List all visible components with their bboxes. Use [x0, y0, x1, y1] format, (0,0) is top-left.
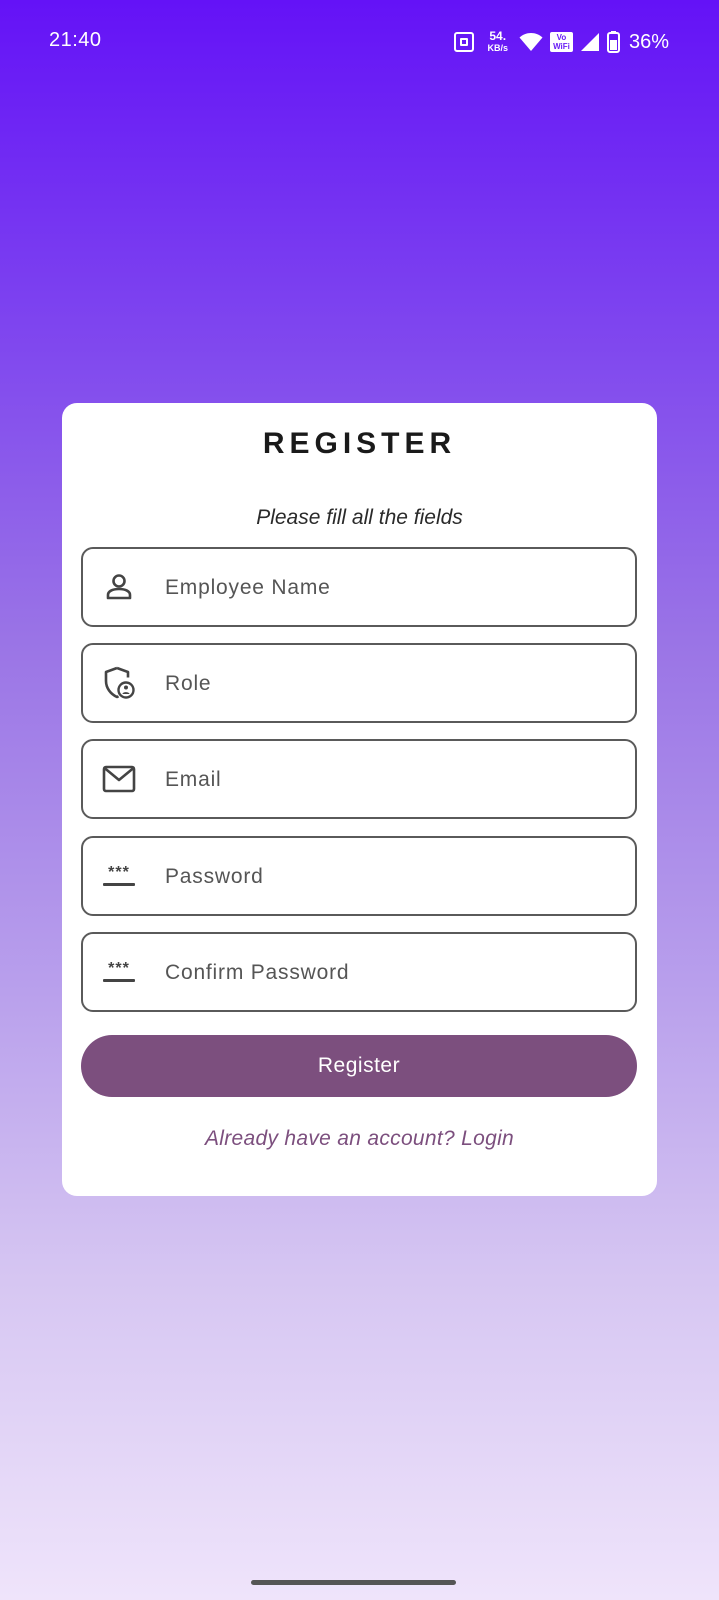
person-icon	[101, 569, 137, 605]
role-input[interactable]	[163, 645, 617, 723]
battery-percent: 36%	[628, 30, 669, 53]
status-icons: 54. KB/s Vo WiFi 36%	[454, 28, 669, 56]
wifi-icon	[519, 33, 543, 51]
nfc-icon	[454, 32, 475, 52]
password-icon: ***	[101, 954, 137, 990]
page-title: REGISTER	[262, 427, 457, 460]
email-input[interactable]	[163, 741, 617, 819]
battery-icon	[606, 31, 620, 53]
password-icon: ***	[101, 858, 137, 894]
confirm-password-icon-stars: ***	[108, 959, 130, 977]
shield-user-icon	[101, 665, 137, 701]
net-speed-unit: KB/s	[487, 43, 508, 53]
register-button[interactable]: Register	[81, 1035, 637, 1097]
register-card: REGISTER Please fill all the fields Empl…	[62, 403, 657, 1196]
net-speed-value: 54.	[489, 29, 507, 43]
form-subtitle: Please fill all the fields	[256, 506, 463, 529]
status-bar: 21:40 54. KB/s Vo WiFi 36%	[0, 0, 719, 84]
password-icon-stars: ***	[108, 863, 130, 881]
net-speed: 54. KB/s	[487, 29, 508, 53]
employee-name-field[interactable]	[81, 547, 637, 627]
role-field[interactable]	[81, 643, 637, 723]
confirm-password-input[interactable]	[163, 934, 617, 1012]
login-link[interactable]: Already have an account? Login	[62, 1127, 657, 1151]
vowifi-line2: WiFi	[553, 42, 570, 51]
password-input[interactable]	[163, 838, 617, 916]
email-field[interactable]	[81, 739, 637, 819]
employee-name-input[interactable]	[163, 549, 617, 627]
home-indicator[interactable]	[251, 1580, 456, 1585]
signal-icon	[580, 33, 599, 51]
confirm-password-field[interactable]: ***	[81, 932, 637, 1012]
password-field[interactable]: ***	[81, 836, 637, 916]
status-time: 21:40	[49, 29, 102, 51]
vowifi-icon: Vo WiFi	[549, 32, 573, 52]
vowifi-line1: Vo	[556, 33, 567, 42]
mail-icon	[101, 761, 137, 797]
